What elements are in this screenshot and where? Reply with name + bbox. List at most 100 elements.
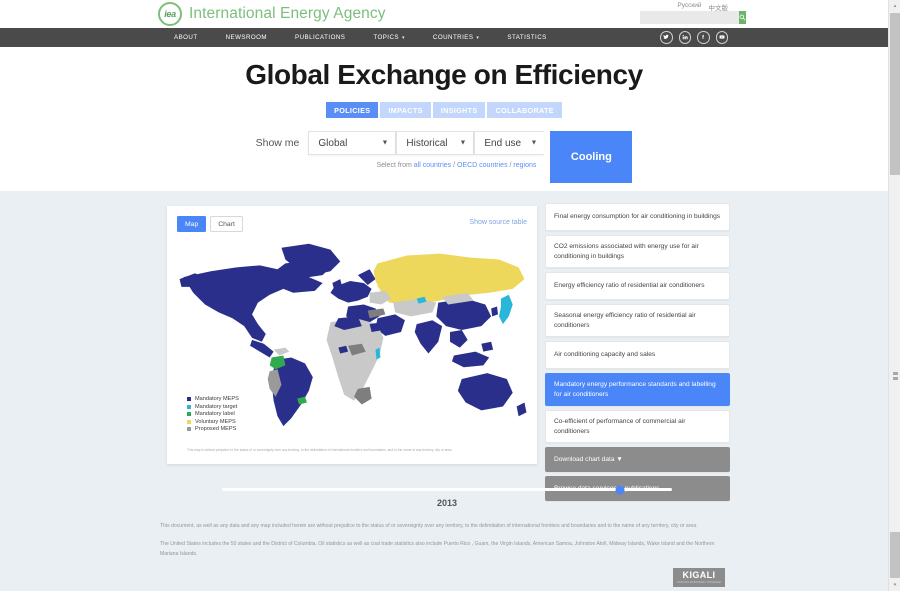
scrollbar-mid-marker <box>891 372 899 381</box>
scrollbar[interactable]: ▴ ▾ <box>888 0 900 591</box>
section-tabs: POLICIES IMPACTS INSIGHTS COLLABORATE <box>0 102 888 118</box>
linkedin-link[interactable] <box>678 31 691 44</box>
footer-note-1: This document, as well as any data and a… <box>160 523 698 529</box>
cooling-button[interactable]: Cooling <box>550 131 633 183</box>
period-value: Historical <box>406 137 448 149</box>
tab-insights[interactable]: INSIGHTS <box>432 102 486 118</box>
filter-row: Show me Global ▼ Historical ▼ End use ▼ <box>0 131 888 183</box>
chevron-down-icon: ▾ <box>476 34 480 41</box>
scrollbar-up-arrow[interactable]: ▴ <box>889 0 900 12</box>
legend-swatch-mandatory-target <box>187 404 191 409</box>
legend-label: Proposed MEPS <box>195 426 237 432</box>
twitter-link[interactable] <box>660 31 673 44</box>
facebook-link[interactable] <box>697 31 710 44</box>
scrollbar-thumb-lower[interactable] <box>890 532 900 578</box>
slider-track[interactable] <box>222 485 672 494</box>
select-from-hint: Select from all countries / OECD countri… <box>376 162 544 169</box>
chevron-down-icon: ▼ <box>459 139 467 147</box>
tab-collaborate[interactable]: COLLABORATE <box>487 102 562 118</box>
nav-label: STATISTICS <box>507 34 547 41</box>
tab-impacts[interactable]: IMPACTS <box>380 102 431 118</box>
search-button[interactable] <box>739 11 746 24</box>
list-item[interactable]: Co-efficient of performance of commercia… <box>545 410 730 444</box>
footer-notes: This document, as well as any data and a… <box>160 522 730 559</box>
map-region-central-america <box>250 339 274 358</box>
list-item[interactable]: CO2 emissions associated with energy use… <box>545 235 730 269</box>
link-regions[interactable]: regions <box>513 162 536 169</box>
slider-handle[interactable] <box>615 485 625 494</box>
list-item-selected[interactable]: Mandatory energy performance standards a… <box>545 373 730 407</box>
nav-item-statistics[interactable]: STATISTICS <box>493 34 560 41</box>
nav-item-countries[interactable]: COUNTRIES ▾ <box>419 34 493 41</box>
map-region-southeast-asia <box>450 330 468 348</box>
youtube-link[interactable] <box>715 31 728 44</box>
tab-chart[interactable]: Chart <box>210 216 243 232</box>
scrollbar-thumb[interactable] <box>890 13 900 175</box>
hero-section: Global Exchange on Efficiency POLICIES I… <box>0 47 888 191</box>
year-slider[interactable]: 2013 <box>222 485 672 508</box>
map-region-australia <box>457 373 513 411</box>
social-links <box>660 31 728 44</box>
show-source-table-link[interactable]: Show source table <box>469 219 527 226</box>
nav-label: TOPICS <box>373 34 399 41</box>
main-navigation: ABOUT NEWSROOM PUBLICATIONS TOPICS ▾ COU… <box>0 28 888 47</box>
page-title: Global Exchange on Efficiency <box>245 59 643 90</box>
legend-item: Mandatory target <box>187 404 239 410</box>
legend-item: Mandatory MEPS <box>187 396 239 402</box>
map-region-china <box>436 298 492 331</box>
search-box <box>640 11 746 24</box>
indicator-list: Final energy consumption for air conditi… <box>545 203 730 502</box>
site-logo[interactable]: iea International Energy Agency <box>158 2 386 26</box>
list-item[interactable]: Air conditioning capacity and sales <box>545 341 730 370</box>
list-item[interactable]: Energy efficiency ratio of residential a… <box>545 272 730 301</box>
nav-item-topics[interactable]: TOPICS ▾ <box>359 34 419 41</box>
legend-label: Mandatory target <box>195 403 238 410</box>
chevron-down-icon: ▼ <box>381 139 389 147</box>
nav-item-publications[interactable]: PUBLICATIONS <box>281 34 359 41</box>
map-region-india <box>414 320 443 354</box>
legend-swatch-mandatory-meps <box>187 397 191 401</box>
category-value: End use <box>484 137 522 149</box>
linkedin-icon <box>682 35 688 40</box>
scope-value: Global <box>318 137 348 149</box>
content-area: Map Chart Show source table Mandatory ME… <box>0 191 888 591</box>
filter-selects-group: Global ▼ Historical ▼ End use ▼ Select f… <box>308 131 545 169</box>
nav-item-about[interactable]: ABOUT <box>160 34 212 41</box>
period-dropdown[interactable]: Historical ▼ <box>396 131 475 155</box>
map-region-japan <box>499 294 513 325</box>
nav-item-newsroom[interactable]: NEWSROOM <box>212 34 281 41</box>
scrollbar-down-arrow[interactable]: ▾ <box>889 579 900 591</box>
legend-swatch-proposed-meps <box>187 427 191 431</box>
chevron-down-icon: ▾ <box>401 34 405 41</box>
link-oecd-countries[interactable]: OECD countries <box>457 162 508 169</box>
footer-note-2: The United States includes the 50 states… <box>160 541 715 557</box>
scope-dropdown[interactable]: Global ▼ <box>308 131 397 155</box>
slider-year-label: 2013 <box>436 498 458 508</box>
list-item[interactable]: Final energy consumption for air conditi… <box>545 203 730 231</box>
search-input[interactable] <box>640 11 739 24</box>
kigali-badge-title: KIGALI <box>682 570 716 581</box>
tab-map[interactable]: Map <box>177 216 207 232</box>
map-disclaimer: This map is without prejudice to the sta… <box>187 447 453 452</box>
map-legend: Mandatory MEPS Mandatory target Mandator… <box>187 396 239 432</box>
select-from-prefix: Select from <box>376 162 414 169</box>
map-region-caribbean <box>273 347 290 356</box>
kigali-badge[interactable]: KIGALI COOLING EFFICIENCY PROGRAM <box>673 568 725 587</box>
legend-item: Proposed MEPS <box>187 426 239 432</box>
download-chart-data-button[interactable]: Download chart data ▼ <box>545 447 730 473</box>
list-item[interactable]: Seasonal energy efficiency ratio of resi… <box>545 304 730 338</box>
chevron-down-icon: ▼ <box>530 139 538 147</box>
legend-label: Mandatory label <box>195 411 235 417</box>
top-band: iea International Energy Agency Русский … <box>0 0 888 28</box>
site-logo-text: International Energy Agency <box>189 5 386 22</box>
category-dropdown[interactable]: End use ▼ <box>474 131 545 155</box>
link-all-countries[interactable]: all countries <box>414 162 451 169</box>
tab-policies[interactable]: POLICIES <box>326 102 379 118</box>
nav-item-list: ABOUT NEWSROOM PUBLICATIONS TOPICS ▾ COU… <box>160 34 561 41</box>
twitter-icon <box>663 34 669 40</box>
legend-label: Mandatory MEPS <box>195 396 239 402</box>
map-view-toggle: Map Chart <box>177 216 243 232</box>
nav-label: PUBLICATIONS <box>295 34 346 41</box>
nav-label: NEWSROOM <box>225 34 267 41</box>
legend-item: Mandatory label <box>187 411 239 417</box>
